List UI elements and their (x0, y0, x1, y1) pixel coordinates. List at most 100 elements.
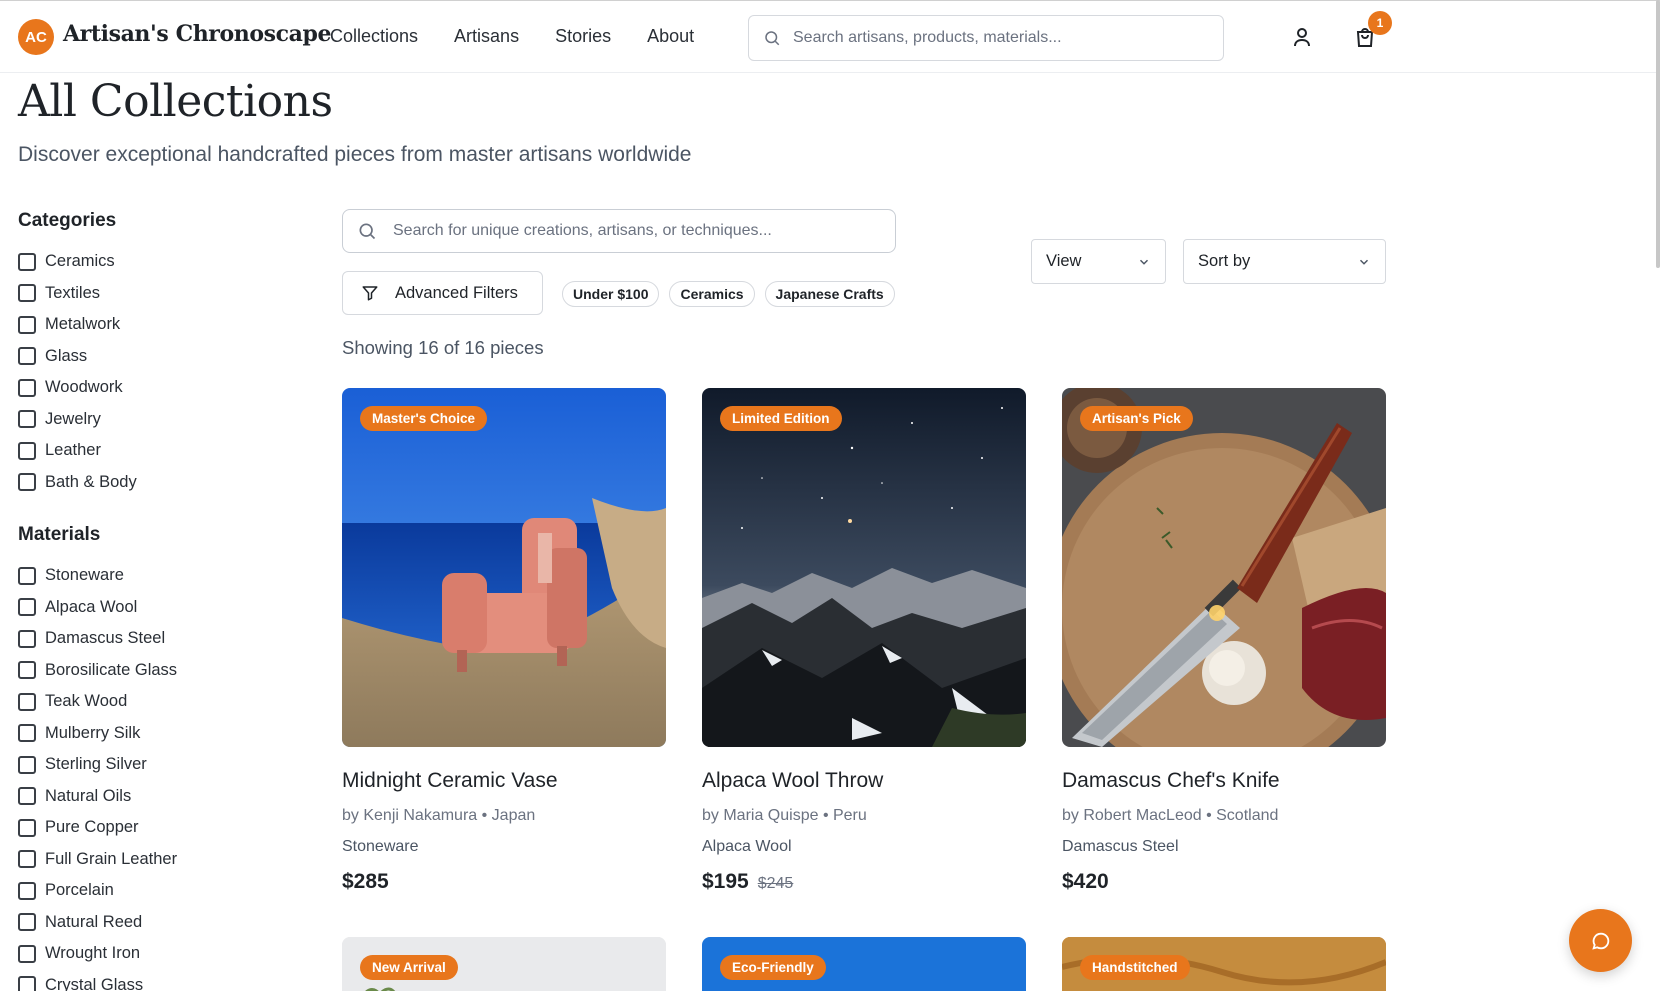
header-search-input[interactable] (793, 29, 1213, 47)
material-item[interactable]: Sterling Silver (18, 749, 278, 781)
product-card[interactable]: Artisan's Pick Damascus Chef's Knife by … (1062, 388, 1386, 894)
checkbox[interactable] (18, 913, 36, 932)
user-icon[interactable] (1290, 25, 1314, 49)
sort-select[interactable]: Sort by (1183, 239, 1386, 284)
product-card[interactable]: Eco-Friendly (702, 937, 1026, 991)
category-label: Leather (45, 441, 101, 460)
checkbox[interactable] (18, 818, 36, 837)
collection-search[interactable] (342, 209, 896, 253)
advanced-filters-button[interactable]: Advanced Filters (342, 271, 543, 315)
material-label: Stoneware (45, 566, 124, 585)
view-select[interactable]: View (1031, 239, 1166, 284)
category-label: Glass (45, 346, 88, 365)
material-item[interactable]: Natural Oils (18, 781, 278, 813)
product-image[interactable]: Master's Choice (342, 388, 666, 747)
product-artisan[interactable]: by Kenji Nakamura • Japan (342, 807, 666, 825)
material-item[interactable]: Natural Reed (18, 907, 278, 939)
checkbox[interactable] (18, 347, 36, 366)
category-label: Woodwork (45, 378, 123, 397)
checkbox[interactable] (18, 976, 36, 991)
product-image[interactable]: Limited Edition (702, 388, 1026, 747)
material-item[interactable]: Pure Copper (18, 812, 278, 844)
product-material: Damascus Steel (1062, 838, 1179, 855)
brand-name[interactable]: Artisan's Chronoscape (63, 21, 331, 47)
chip-under-100[interactable]: Under $100 (562, 281, 660, 307)
material-item[interactable]: Borosilicate Glass (18, 655, 278, 687)
product-title[interactable]: Damascus Chef's Knife (1062, 769, 1386, 793)
product-material: Alpaca Wool (702, 838, 792, 855)
nav-stories[interactable]: Stories (555, 26, 611, 47)
collection-search-input[interactable] (393, 222, 873, 240)
product-artisan[interactable]: by Maria Quispe • Peru (702, 807, 1026, 825)
product-price-row: $195 $245 (702, 870, 1026, 894)
checkbox[interactable] (18, 598, 36, 617)
checkbox[interactable] (18, 629, 36, 648)
view-select-label: View (1046, 252, 1082, 270)
category-item[interactable]: Bath & Body (18, 467, 278, 499)
checkbox[interactable] (18, 252, 36, 271)
chat-button[interactable] (1569, 909, 1632, 972)
product-card[interactable]: Master's Choice Midnight Ceramic Vase by… (342, 388, 666, 894)
material-item[interactable]: Damascus Steel (18, 623, 278, 655)
checkbox[interactable] (18, 441, 36, 460)
material-label: Sterling Silver (45, 755, 147, 774)
category-label: Textiles (45, 283, 101, 302)
material-item[interactable]: Teak Wood (18, 686, 278, 718)
checkbox[interactable] (18, 378, 36, 397)
checkbox[interactable] (18, 315, 36, 334)
product-card[interactable]: Handstitched (1062, 937, 1386, 991)
chat-icon (1591, 932, 1609, 950)
product-artisan[interactable]: by Robert MacLeod • Scotland (1062, 807, 1386, 825)
checkbox[interactable] (18, 881, 36, 900)
material-item[interactable]: Stoneware (18, 560, 278, 592)
checkbox[interactable] (18, 724, 36, 743)
armchair-seaside-image (342, 388, 666, 747)
checkbox[interactable] (18, 787, 36, 806)
checkbox[interactable] (18, 692, 36, 711)
product-badge: Eco-Friendly (720, 955, 826, 980)
category-item[interactable]: Glass (18, 341, 278, 373)
material-item[interactable]: Crystal Glass (18, 970, 278, 991)
product-card[interactable]: New Arrival (342, 937, 666, 991)
material-item[interactable]: Alpaca Wool (18, 592, 278, 624)
material-label: Borosilicate Glass (45, 660, 178, 679)
product-card[interactable]: Limited Edition Alpaca Wool Throw by Mar… (702, 388, 1026, 894)
checkbox[interactable] (18, 755, 36, 774)
mountain-night-image (702, 388, 1026, 747)
categories-list: Ceramics Textiles Metalwork Glass Woodwo… (18, 246, 278, 498)
product-image[interactable]: Artisan's Pick (1062, 388, 1386, 747)
product-title[interactable]: Alpaca Wool Throw (702, 769, 1026, 793)
chip-japanese-crafts[interactable]: Japanese Crafts (764, 281, 895, 307)
material-item[interactable]: Wrought Iron (18, 938, 278, 970)
logo-badge[interactable]: AC (18, 19, 54, 55)
category-item[interactable]: Ceramics (18, 246, 278, 278)
category-item[interactable]: Woodwork (18, 372, 278, 404)
category-item[interactable]: Textiles (18, 278, 278, 310)
checkbox[interactable] (18, 284, 36, 303)
category-item[interactable]: Metalwork (18, 309, 278, 341)
product-title[interactable]: Midnight Ceramic Vase (342, 769, 666, 793)
header-search[interactable] (748, 15, 1224, 61)
checkbox[interactable] (18, 473, 36, 492)
nav-about[interactable]: About (647, 26, 694, 47)
checkbox[interactable] (18, 566, 36, 585)
materials-list: Stoneware Alpaca Wool Damascus Steel Bor… (18, 560, 278, 991)
results-count: Showing 16 of 16 pieces (342, 337, 544, 358)
checkbox[interactable] (18, 850, 36, 869)
checkbox[interactable] (18, 410, 36, 429)
material-item[interactable]: Porcelain (18, 875, 278, 907)
checkbox[interactable] (18, 944, 36, 963)
page-scrollbar[interactable] (1656, 0, 1660, 268)
nav-collections[interactable]: Collections (330, 26, 418, 47)
material-item[interactable]: Mulberry Silk (18, 718, 278, 750)
material-item[interactable]: Full Grain Leather (18, 844, 278, 876)
quick-filter-chips: Under $100 Ceramics Japanese Crafts (562, 281, 895, 307)
site-header: AC Artisan's Chronoscape Collections Art… (0, 1, 1656, 73)
material-label: Mulberry Silk (45, 723, 141, 742)
nav-artisans[interactable]: Artisans (454, 26, 519, 47)
checkbox[interactable] (18, 661, 36, 680)
chip-ceramics[interactable]: Ceramics (669, 281, 755, 307)
category-item[interactable]: Jewelry (18, 404, 278, 436)
category-item[interactable]: Leather (18, 435, 278, 467)
product-badge: Limited Edition (720, 406, 842, 431)
